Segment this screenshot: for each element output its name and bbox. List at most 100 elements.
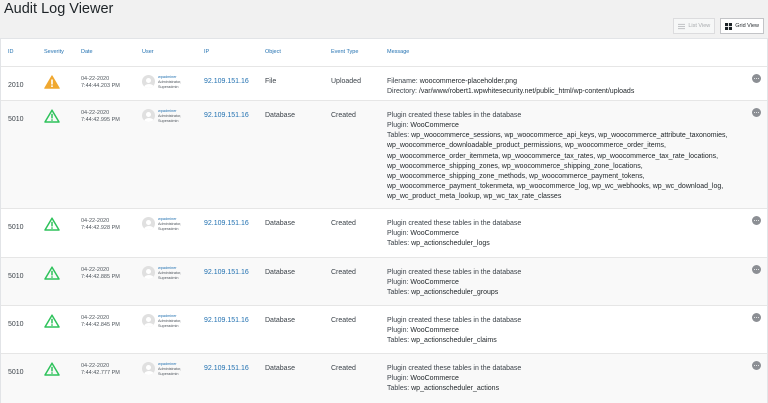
severity-cell (44, 266, 60, 280)
message-value: wp_woocommerce_sessions, wp_woocommerce_… (411, 132, 728, 140)
notice-triangle-outline-icon (44, 314, 60, 328)
message-label: Tables: (387, 132, 412, 140)
user-info: wpadminer Administrator, Superadmin (158, 362, 181, 377)
message-value: wp_actionscheduler_claims (411, 337, 497, 345)
message-line: Tables: wp_actionscheduler_groups (387, 288, 747, 298)
warning-triangle-filled-icon (44, 75, 60, 89)
avatar (142, 75, 155, 88)
event-id: 2010 (8, 82, 24, 89)
column-header-severity[interactable]: Severity (44, 49, 64, 57)
list-view-button[interactable]: List View (673, 18, 716, 34)
ip-link[interactable]: 92.109.151.16 (204, 316, 249, 326)
table-row: 5010 04-22-2020 7:44:42.995 PM wpadminer … (1, 101, 767, 209)
column-header-object[interactable]: Object (265, 49, 281, 57)
column-header-user[interactable]: User (142, 49, 154, 57)
event-type-cell: Created (331, 112, 356, 119)
event-id: 5010 (8, 369, 24, 376)
ip-link[interactable]: 92.109.151.16 (204, 77, 249, 87)
more-details-button[interactable] (752, 313, 761, 322)
table-row: 2010 04-22-2020 7:44:44.203 PM wpadminer … (1, 67, 767, 101)
message-label: Directory: (387, 88, 419, 96)
more-details-button[interactable] (752, 108, 761, 117)
message-line: Tables: wp_woocommerce_sessions, wp_wooc… (387, 131, 747, 141)
ip-link[interactable]: 92.109.151.16 (204, 219, 249, 229)
ip-link[interactable]: 92.109.151.16 (204, 364, 249, 374)
message-label: Plugin created these tables in the datab… (387, 112, 522, 119)
message-line: Plugin: WooCommerce (387, 278, 747, 288)
grid-view-label: Grid View (735, 23, 759, 29)
more-details-button[interactable] (752, 216, 761, 225)
message-value: woocommerce-placeholder.png (419, 78, 517, 85)
column-header-date[interactable]: Date (81, 49, 93, 56)
more-details-button[interactable] (752, 74, 761, 83)
grid-view-button[interactable]: Grid View (720, 18, 764, 34)
table-row: 5010 04-22-2020 7:44:42.845 PM wpadminer … (1, 306, 767, 354)
user-role-secondary: Superadmin (158, 371, 179, 376)
object-cell: Database (265, 365, 295, 372)
event-date: 04-22-2020 (81, 267, 110, 273)
table-row: 5010 04-22-2020 7:44:42.928 PM wpadminer … (1, 209, 767, 258)
message-cell: Plugin created these tables in the datab… (387, 364, 747, 394)
user-info: wpadminer Administrator, Superadmin (158, 75, 181, 90)
event-time: 7:44:42.845 PM (81, 321, 120, 328)
user-cell: wpadminer Administrator, Superadmin (142, 362, 181, 377)
date-cell: 04-22-2020 7:44:42.777 PM (81, 363, 120, 377)
message-line: wp_woocommerce_shipping_zones, wp_woocom… (387, 162, 747, 172)
page-title: Audit Log Viewer (4, 1, 114, 17)
object-cell: File (265, 78, 277, 85)
event-type-cell: Created (331, 220, 356, 227)
message-label: Tables: (387, 385, 412, 393)
object-cell: Database (265, 317, 295, 324)
severity-cell (44, 75, 60, 89)
message-line: Tables: wp_actionscheduler_actions (387, 384, 747, 394)
column-header-id[interactable]: ID (8, 49, 14, 57)
message-value: wp_woocommerce_payment_tokenmeta, wp_woo… (387, 182, 724, 190)
message-line: wp_woocommerce_downloadable_product_perm… (387, 141, 747, 151)
user-cell: wpadminer Administrator, Superadmin (142, 217, 181, 232)
event-type-cell: Uploaded (331, 78, 361, 85)
user-cell: wpadminer Administrator, Superadmin (142, 314, 181, 329)
more-details-button[interactable] (752, 361, 761, 370)
severity-cell (44, 109, 60, 123)
message-line: wp_wc_product_meta_lookup, wp_wc_tax_rat… (387, 192, 747, 202)
message-label: Plugin created these tables in the datab… (387, 317, 522, 324)
user-role-secondary: Superadmin (158, 118, 179, 123)
event-date: 04-22-2020 (81, 315, 110, 321)
message-value: wp_woocommerce_shipping_zone_methods, wp… (387, 172, 645, 180)
message-line: Directory: /var/www/robert1.wpwhitesecur… (387, 87, 747, 97)
event-date: 04-22-2020 (81, 76, 110, 82)
date-cell: 04-22-2020 7:44:42.885 PM (81, 267, 120, 281)
column-header-ip[interactable]: IP (204, 49, 209, 57)
message-line: Plugin created these tables in the datab… (387, 316, 747, 326)
column-header-event-type[interactable]: Event Type (331, 49, 358, 57)
message-cell: Plugin created these tables in the datab… (387, 111, 747, 202)
date-cell: 04-22-2020 7:44:42.995 PM (81, 110, 120, 124)
user-role-secondary: Superadmin (158, 323, 179, 328)
user-info: wpadminer Administrator, Superadmin (158, 266, 181, 281)
ip-link[interactable]: 92.109.151.16 (204, 268, 249, 278)
more-details-button[interactable] (752, 265, 761, 274)
message-line: Tables: wp_actionscheduler_logs (387, 239, 747, 249)
more-dots-icon (752, 313, 761, 322)
event-id: 5010 (8, 273, 24, 280)
avatar (142, 109, 155, 122)
message-line: Filename: woocommerce-placeholder.png (387, 77, 747, 87)
message-line: wp_woocommerce_payment_tokenmeta, wp_woo… (387, 182, 747, 192)
message-line: wp_woocommerce_order_itemmeta, wp_woocom… (387, 152, 747, 162)
object-cell: Database (265, 220, 295, 227)
more-dots-icon (752, 108, 761, 117)
notice-triangle-outline-icon (44, 266, 60, 280)
message-value: wp_woocommerce_shipping_zones, wp_woocom… (387, 162, 643, 170)
message-line: Plugin created these tables in the datab… (387, 219, 747, 229)
event-time: 7:44:42.995 PM (81, 116, 120, 123)
avatar (142, 217, 155, 230)
message-label: Plugin created these tables in the datab… (387, 365, 522, 372)
notice-triangle-outline-icon (44, 217, 60, 231)
event-time: 7:44:42.928 PM (81, 224, 120, 231)
message-label: Tables: (387, 240, 412, 248)
grid-view-icon (725, 22, 733, 30)
event-id: 5010 (8, 224, 24, 231)
avatar (142, 314, 155, 327)
message-cell: Filename: woocommerce-placeholder.png Dir… (387, 77, 747, 97)
ip-link[interactable]: 92.109.151.16 (204, 111, 249, 121)
